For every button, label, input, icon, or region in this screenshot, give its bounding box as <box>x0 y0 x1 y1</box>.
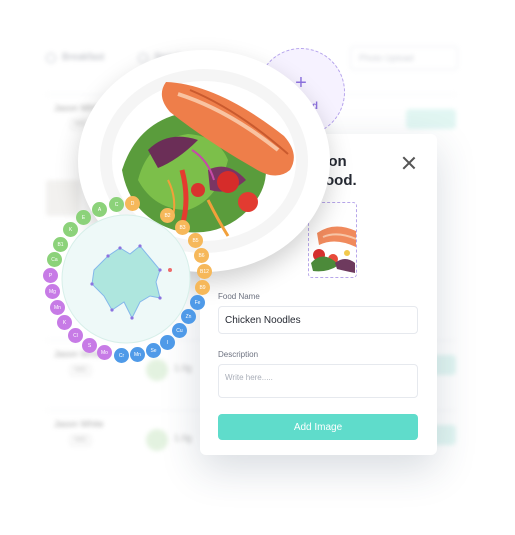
nutrient-badge: Mn <box>50 300 65 315</box>
nutrient-badge: C <box>109 197 124 212</box>
nutrient-badge: Fe <box>190 295 205 310</box>
nutrient-badge: B6 <box>194 248 209 263</box>
nutrient-badge: D <box>125 196 140 211</box>
nutrient-badge: B5 <box>188 233 203 248</box>
nutrient-badge: Se <box>146 343 161 358</box>
nutrient-badge: Mn <box>130 347 145 362</box>
nutrient-badge: B3 <box>175 220 190 235</box>
nutrient-badge: Zn <box>181 309 196 324</box>
nutrient-badge: B12 <box>197 264 212 279</box>
nutrient-badge: Mo <box>97 345 112 360</box>
nutrient-badge: S <box>82 338 97 353</box>
nutrient-badge: Cl <box>68 328 83 343</box>
nutrient-badge: B9 <box>195 280 210 295</box>
nutrient-badge: Mg <box>45 284 60 299</box>
nutrient-badge: E <box>76 210 91 225</box>
nutrient-badge: P <box>43 268 58 283</box>
nutrient-radar-chart <box>61 214 191 344</box>
nutrient-badge: Cr <box>114 348 129 363</box>
nutrient-badge: B1 <box>53 237 68 252</box>
nutrient-badge: Cu <box>172 323 187 338</box>
nutrient-badge: I <box>160 335 175 350</box>
nutrient-badge: A <box>92 202 107 217</box>
nutrient-badge: K <box>63 222 78 237</box>
nutrient-badge: Ca <box>47 252 62 267</box>
nutrient-badge: B2 <box>160 208 175 223</box>
nutrient-badge: K <box>57 315 72 330</box>
